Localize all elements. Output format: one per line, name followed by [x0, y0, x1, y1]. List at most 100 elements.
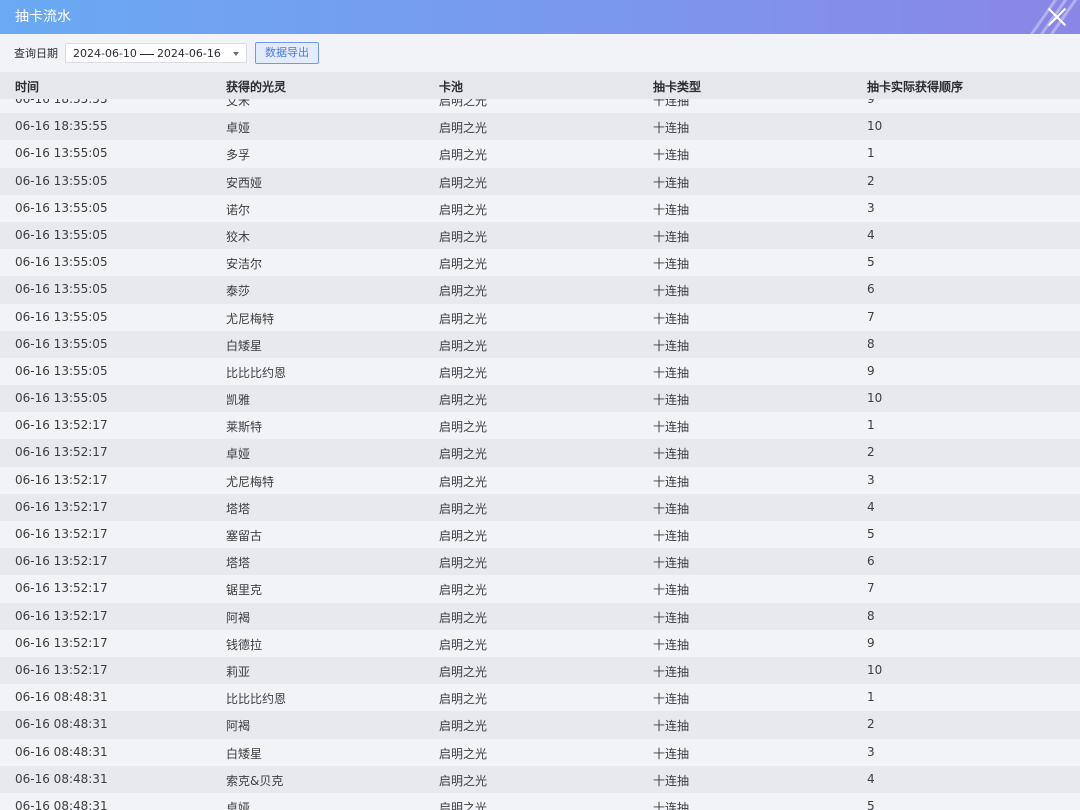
table-row[interactable]: 06-16 13:55:05 安西娅 启明之光 十连抽 2: [0, 167, 1080, 195]
close-icon[interactable]: [1044, 4, 1070, 30]
table-row[interactable]: 06-16 13:55:05 泰莎 启明之光 十连抽 6: [0, 276, 1080, 304]
cell-draw-type: 十连抽: [653, 800, 690, 810]
cell-draw-type: 十连抽: [653, 99, 690, 108]
table-row[interactable]: 06-16 13:52:17 尤尼梅特 启明之光 十连抽 3: [0, 466, 1080, 494]
table-row[interactable]: 06-16 13:55:05 白矮星 启明之光 十连抽 8: [0, 330, 1080, 358]
table-row[interactable]: 06-16 13:52:17 塔塔 启明之光 十连抽 4: [0, 493, 1080, 521]
cell-character: 塞留古: [226, 529, 263, 543]
table-row[interactable]: 06-16 18:35:55 艾米 启明之光 十连抽 9: [0, 99, 1080, 114]
cell-pool: 启明之光: [439, 556, 488, 571]
cell-pool: 启明之光: [439, 719, 488, 734]
cell-time: 06-16 13:55:05: [15, 255, 108, 270]
table-row[interactable]: 06-16 13:55:05 凯雅 启明之光 十连抽 10: [0, 385, 1080, 413]
cell-time: 06-16 13:55:05: [15, 146, 108, 161]
cell-draw-type: 十连抽: [653, 637, 690, 652]
cell-character: 诺尔: [226, 202, 251, 217]
cell-time: 06-16 18:35:55: [15, 99, 108, 106]
title-bar: 抽卡流水: [0, 0, 1080, 34]
cell-pool: 启明之光: [439, 202, 488, 217]
table-row[interactable]: 06-16 13:55:05 安洁尔 启明之光 十连抽 5: [0, 249, 1080, 277]
cell-time: 06-16 08:48:31: [15, 798, 108, 810]
cell-draw-order: 2: [867, 717, 875, 732]
table-row[interactable]: 06-16 13:55:05 多孚 启明之光 十连抽 1: [0, 140, 1080, 168]
cell-draw-type: 十连抽: [653, 746, 690, 761]
table-row[interactable]: 06-16 08:48:31 比比比约恩 启明之光 十连抽 1: [0, 684, 1080, 712]
cell-pool: 启明之光: [439, 447, 488, 462]
cell-time: 06-16 13:55:05: [15, 282, 108, 297]
cell-time: 06-16 08:48:31: [15, 744, 108, 759]
date-start: 2024-06-10: [73, 47, 137, 60]
cell-character: 比比比约恩: [226, 692, 287, 707]
cell-character: 凯雅: [226, 393, 251, 408]
cell-pool: 启明之光: [439, 257, 488, 272]
cell-draw-order: 3: [867, 200, 875, 215]
table-row[interactable]: 06-16 13:52:17 阿褐 启明之光 十连抽 8: [0, 602, 1080, 630]
table-row[interactable]: 06-16 13:52:17 锯里克 启明之光 十连抽 7: [0, 575, 1080, 603]
cell-draw-type: 十连抽: [653, 501, 690, 516]
date-range-picker[interactable]: 2024-06-10 2024-06-16: [65, 43, 247, 63]
header-pool: 卡池: [439, 80, 464, 94]
cell-draw-type: 十连抽: [653, 365, 690, 380]
cell-pool: 启明之光: [439, 420, 488, 435]
cell-character: 卓娅: [226, 800, 251, 810]
table-row[interactable]: 06-16 13:52:17 莱斯特 启明之光 十连抽 1: [0, 412, 1080, 440]
cell-draw-order: 9: [867, 635, 875, 650]
table-row[interactable]: 06-16 13:52:17 莉亚 启明之光 十连抽 10: [0, 656, 1080, 685]
cell-character: 安洁尔: [226, 257, 263, 272]
cell-draw-order: 4: [867, 771, 875, 786]
table-row[interactable]: 06-16 13:52:17 卓娅 启明之光 十连抽 2: [0, 439, 1080, 467]
cell-draw-type: 十连抽: [653, 664, 690, 679]
table-row[interactable]: 06-16 08:48:31 索克&贝克 启明之光 十连抽 4: [0, 765, 1080, 793]
cell-draw-type: 十连抽: [653, 692, 690, 707]
cell-pool: 启明之光: [439, 338, 488, 353]
cell-draw-type: 十连抽: [653, 773, 690, 788]
table-row[interactable]: 06-16 13:55:05 比比比约恩 启明之光 十连抽 9: [0, 357, 1080, 386]
cell-draw-type: 十连抽: [653, 338, 690, 353]
cell-character: 莉亚: [226, 664, 251, 679]
table-row[interactable]: 06-16 13:55:05 狡木 启明之光 十连抽 4: [0, 221, 1080, 250]
table-body[interactable]: 06-16 18:35:55 艾米 启明之光 十连抽 9 06-16 18:35:55 卓娅…: [0, 99, 1080, 810]
table-row[interactable]: 06-16 13:52:17 塞留古 启明之光 十连抽 5: [0, 521, 1080, 549]
cell-pool: 启明之光: [439, 746, 488, 761]
header-time: 时间: [15, 80, 40, 94]
cell-time: 06-16 13:55:05: [15, 391, 108, 406]
cell-draw-order: 9: [867, 99, 875, 106]
cell-draw-order: 5: [867, 527, 875, 541]
cell-draw-order: 5: [867, 798, 875, 810]
table-row[interactable]: 06-16 08:48:31 阿褐 启明之光 十连抽 2: [0, 711, 1080, 739]
cell-character: 索克&贝克: [226, 773, 284, 788]
cell-character: 钱德拉: [226, 637, 263, 652]
cell-draw-order: 1: [867, 146, 875, 161]
export-data-button[interactable]: 数据导出: [255, 42, 319, 64]
cell-draw-type: 十连抽: [653, 393, 690, 408]
cell-draw-order: 10: [867, 391, 883, 406]
cell-draw-type: 十连抽: [653, 583, 690, 598]
cell-pool: 启明之光: [439, 529, 488, 543]
table-row[interactable]: 06-16 08:48:31 卓娅 启明之光 十连抽 5: [0, 792, 1080, 810]
cell-draw-order: 9: [867, 363, 875, 378]
cell-pool: 启明之光: [439, 121, 488, 136]
cell-draw-type: 十连抽: [653, 121, 690, 136]
cell-pool: 启明之光: [439, 800, 488, 810]
cell-draw-order: 10: [867, 119, 883, 134]
cell-draw-type: 十连抽: [653, 148, 690, 163]
table-row[interactable]: 06-16 13:52:17 钱德拉 启明之光 十连抽 9: [0, 629, 1080, 657]
cell-draw-type: 十连抽: [653, 556, 690, 571]
cell-draw-type: 十连抽: [653, 719, 690, 734]
cell-draw-order: 1: [867, 418, 875, 433]
table-row[interactable]: 06-16 13:55:05 诺尔 启明之光 十连抽 3: [0, 194, 1080, 222]
cell-draw-type: 十连抽: [653, 610, 690, 625]
query-date-label: 查询日期: [14, 47, 58, 60]
table-row[interactable]: 06-16 13:52:17 塔塔 启明之光 十连抽 6: [0, 548, 1080, 576]
cell-character: 比比比约恩: [226, 365, 287, 380]
cell-pool: 启明之光: [439, 583, 488, 598]
cell-time: 06-16 13:52:17: [15, 527, 108, 541]
cell-character: 锯里克: [226, 583, 263, 598]
cell-draw-type: 十连抽: [653, 420, 690, 435]
table-row[interactable]: 06-16 08:48:31 白矮星 启明之光 十连抽 3: [0, 738, 1080, 766]
table-row[interactable]: 06-16 18:35:55 卓娅 启明之光 十连抽 10: [0, 113, 1080, 141]
table-row[interactable]: 06-16 13:55:05 尤尼梅特 启明之光 十连抽 7: [0, 303, 1080, 331]
cell-pool: 启明之光: [439, 365, 488, 380]
cell-character: 阿褐: [226, 610, 251, 625]
cell-time: 06-16 13:55:05: [15, 200, 108, 215]
